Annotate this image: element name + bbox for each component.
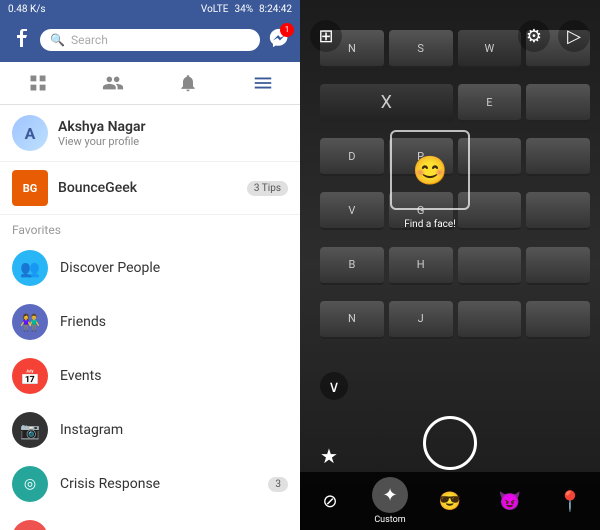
crisis-badge: 3 — [268, 477, 288, 492]
menu-item-crisis[interactable]: ◎ Crisis Response 3 — [0, 457, 300, 511]
menu-label-crisis: Crisis Response — [60, 476, 256, 492]
nav-row — [0, 62, 300, 105]
camera-forward-button[interactable]: ▷ — [558, 20, 590, 52]
sunglasses-icon: 😎 — [432, 483, 468, 519]
camera-flip-button[interactable]: ⊞ — [310, 20, 342, 52]
key: H — [389, 247, 453, 285]
key: J — [389, 301, 453, 339]
status-network: VoLTE — [201, 4, 229, 15]
face-detection-box: 😊 Find a face! — [390, 130, 470, 210]
favorites-label: Favorites — [0, 215, 300, 241]
search-icon: 🔍 — [50, 33, 65, 47]
key: N — [320, 301, 384, 339]
key — [526, 301, 590, 339]
key: V — [320, 192, 384, 230]
toolbar-item-location[interactable]: 📍 — [552, 483, 588, 519]
profile-subtitle: View your profile — [58, 135, 146, 148]
shutter-area — [423, 416, 477, 470]
key: B — [320, 247, 384, 285]
toolbar-item-block[interactable]: ⊘ — [312, 483, 348, 519]
search-placeholder: Search — [71, 33, 108, 47]
key: D — [320, 138, 384, 176]
location-pin-icon: 📍 — [552, 483, 588, 519]
menu-label-friends: Friends — [60, 314, 288, 330]
toolbar-item-devil[interactable]: 😈 — [492, 483, 528, 519]
nav-friends[interactable] — [75, 62, 150, 104]
key — [458, 301, 522, 339]
key — [526, 138, 590, 176]
menu-item-events[interactable]: 📅 Events — [0, 349, 300, 403]
toolbar-item-sunglasses[interactable]: 😎 — [432, 483, 468, 519]
menu-label-events: Events — [60, 368, 288, 384]
friends-icon: 👫 — [12, 304, 48, 340]
key — [458, 247, 522, 285]
menu-item-instagram[interactable]: 📷 Instagram — [0, 403, 300, 457]
camera-top-controls: ⊞ ⚙ ▷ — [310, 20, 590, 52]
camera-toolbar: ⊘ ✦ Custom 😎 😈 📍 — [300, 472, 600, 530]
app-header: 🔍 Search 1 — [0, 18, 300, 62]
discover-icon: 👥 — [12, 250, 48, 286]
nav-notifications[interactable] — [150, 62, 225, 104]
profile-text: Akshya Nagar View your profile — [58, 119, 146, 148]
nav-menu[interactable] — [225, 62, 300, 104]
status-time: 8:24:42 — [259, 4, 292, 15]
facebook-logo — [10, 27, 32, 54]
scroll-down-indicator[interactable]: ∨ — [320, 372, 348, 400]
custom-label: Custom — [374, 515, 405, 525]
key — [526, 84, 590, 122]
key: X — [320, 84, 453, 122]
profile-row[interactable]: A Akshya Nagar View your profile — [0, 105, 300, 162]
devil-icon: 😈 — [492, 483, 528, 519]
block-icon: ⊘ — [312, 483, 348, 519]
shutter-button[interactable] — [423, 416, 477, 470]
explore-icon: 🚀 — [12, 520, 48, 530]
status-battery: 34% — [234, 4, 253, 15]
custom-icon: ✦ — [372, 477, 408, 513]
status-bar: 0.48 K/s VoLTE 34% 8:24:42 — [0, 0, 300, 18]
bouncgeek-icon: BG — [12, 170, 48, 206]
key — [526, 247, 590, 285]
menu-item-friends[interactable]: 👫 Friends — [0, 295, 300, 349]
menu-item-discover[interactable]: 👥 Discover People — [0, 241, 300, 295]
key — [526, 192, 590, 230]
crisis-icon: ◎ — [12, 466, 48, 502]
events-icon: 📅 — [12, 358, 48, 394]
messenger-button[interactable]: 1 — [268, 27, 290, 54]
messenger-badge: 1 — [280, 23, 294, 37]
status-speed: 0.48 K/s — [8, 4, 46, 15]
face-emoji: 😊 — [413, 154, 448, 187]
menu-list: 👥 Discover People 👫 Friends 📅 Events 📷 I… — [0, 241, 300, 530]
nav-newsfeed[interactable] — [0, 62, 75, 104]
menu-label-discover: Discover People — [60, 260, 288, 276]
key: E — [458, 84, 522, 122]
star-button[interactable]: ★ — [320, 444, 338, 468]
menu-item-explore[interactable]: 🚀 Explore Feed — [0, 511, 300, 530]
camera-panel: N S W X E D P V G B H N J — [300, 0, 600, 530]
face-label: Find a face! — [404, 219, 456, 230]
bouncgeek-name: BounceGeek — [58, 180, 237, 196]
avatar: A — [12, 115, 48, 151]
toolbar-item-custom[interactable]: ✦ Custom — [372, 477, 408, 525]
bouncgeek-row[interactable]: BG BounceGeek 3 Tips — [0, 162, 300, 215]
search-bar[interactable]: 🔍 Search — [40, 29, 260, 51]
camera-settings-button[interactable]: ⚙ — [518, 20, 550, 52]
instagram-icon: 📷 — [12, 412, 48, 448]
profile-name: Akshya Nagar — [58, 119, 146, 135]
menu-label-instagram: Instagram — [60, 422, 288, 438]
tips-badge: 3 Tips — [247, 181, 288, 196]
left-panel: 0.48 K/s VoLTE 34% 8:24:42 🔍 Search 1 — [0, 0, 300, 530]
